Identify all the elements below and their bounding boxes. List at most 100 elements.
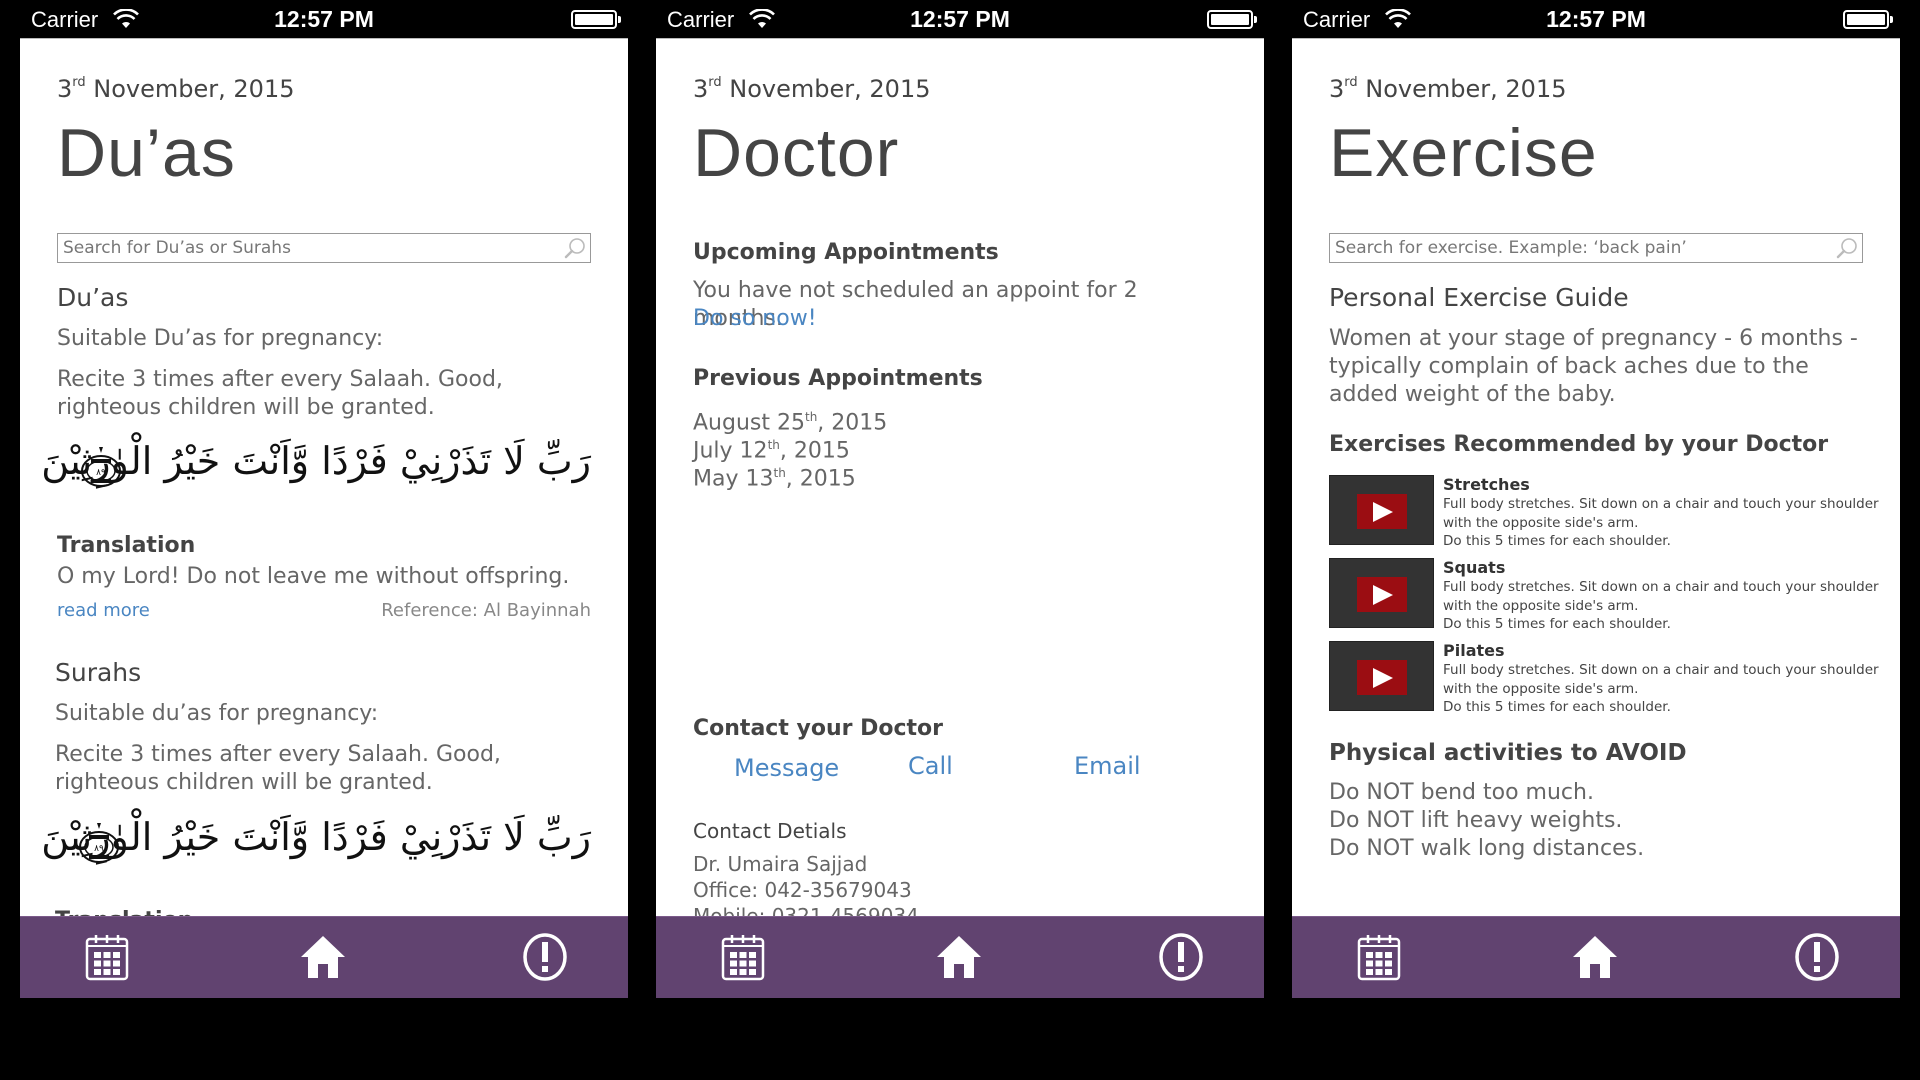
- current-date: 3rd November, 2015: [1329, 75, 1566, 103]
- play-icon: [1357, 494, 1407, 529]
- calendar-icon: [721, 935, 765, 981]
- doctor-screen: 3rd November, 2015 Doctor Upcoming Appoi…: [656, 38, 1264, 998]
- duas-screen: 3rd November, 2015 Du’as Du’as Suitable …: [20, 38, 628, 998]
- page-title: Exercise: [1329, 115, 1598, 191]
- exercise-name: Stretches: [1443, 475, 1530, 494]
- avoid-item: Do NOT walk long distances.: [1329, 836, 1645, 861]
- desc-line: Do this 5 times for each shoulder.: [1443, 699, 1671, 715]
- previous-heading: Previous Appointments: [693, 366, 983, 391]
- date-rest: November, 2015: [729, 75, 931, 103]
- calendar-icon: [85, 935, 129, 981]
- exercise-description: Full body stretches. Sit down on a chair…: [1443, 495, 1883, 551]
- appt-suffix: th: [773, 466, 786, 480]
- date-day: 3: [1329, 75, 1345, 103]
- verse-block: ٨٩ رَبِّ لَا تَذَرْنِيْ فَرْدًا وَّاَنْت…: [41, 439, 591, 499]
- exercise-item: Squats Full body stretches. Sit down on …: [1329, 558, 1879, 632]
- status-bar: Carrier 12:57 PM: [1292, 0, 1900, 38]
- avoid-heading: Physical activities to AVOID: [1329, 740, 1687, 766]
- tab-alerts[interactable]: [1792, 932, 1842, 982]
- home-icon: [1573, 936, 1617, 978]
- search-field[interactable]: [57, 233, 591, 263]
- calendar-icon: [1357, 935, 1401, 981]
- alert-icon: [523, 933, 567, 981]
- exercise-description: Full body stretches. Sit down on a chair…: [1443, 578, 1883, 634]
- avoid-item: Do NOT lift heavy weights.: [1329, 808, 1623, 833]
- previous-appointment: May 13th, 2015: [693, 459, 856, 493]
- tab-calendar[interactable]: [82, 932, 132, 982]
- translation-text: O my Lord! Do not leave me without offsp…: [57, 564, 570, 589]
- avoid-item: Do NOT bend too much.: [1329, 780, 1594, 805]
- page-title: Du’as: [57, 115, 236, 191]
- battery-icon: [1843, 10, 1893, 29]
- appt-suffix: th: [767, 438, 780, 452]
- email-button[interactable]: Email: [1074, 752, 1141, 780]
- surahs-heading: Surahs: [55, 658, 142, 687]
- exercise-item: Pilates Full body stretches. Sit down on…: [1329, 641, 1879, 715]
- clock: 12:57 PM: [910, 6, 1010, 32]
- appt-year: , 2015: [785, 466, 856, 492]
- duas-subtitle: Suitable Du’as for pregnancy:: [57, 326, 384, 351]
- desc-line: with the opposite side's arm.: [1443, 597, 1639, 614]
- date-day: 3: [693, 75, 709, 103]
- search-icon[interactable]: [1836, 237, 1858, 259]
- schedule-now-link[interactable]: Do so now!: [693, 305, 817, 333]
- date-suffix: rd: [72, 75, 86, 90]
- translation-heading: Translation: [57, 533, 196, 558]
- guide-heading: Personal Exercise Guide: [1329, 283, 1629, 312]
- tab-home[interactable]: [1570, 932, 1620, 982]
- status-bar: Carrier 12:57 PM: [20, 0, 628, 38]
- video-thumbnail[interactable]: [1329, 558, 1434, 628]
- alert-icon: [1795, 933, 1839, 981]
- tab-home[interactable]: [934, 932, 984, 982]
- video-thumbnail[interactable]: [1329, 641, 1434, 711]
- tab-bar: [20, 916, 628, 998]
- search-input[interactable]: [1330, 234, 1809, 262]
- home-icon: [937, 936, 981, 978]
- desc-line: Full body stretches. Sit down on a chair…: [1443, 579, 1879, 595]
- desc-line: with the opposite side's arm.: [1443, 514, 1639, 531]
- date-day: 3: [57, 75, 73, 103]
- alert-icon: [1159, 933, 1203, 981]
- duas-heading: Du’as: [57, 283, 129, 312]
- exercise-name: Squats: [1443, 558, 1506, 577]
- date-rest: November, 2015: [93, 75, 295, 103]
- arabic-verse: رَبِّ لَا تَذَرْنِيْ فَرْدًا وَّاَنْتَ خ…: [41, 439, 591, 483]
- battery-icon: [1207, 10, 1257, 29]
- office-phone: Office: 042-35679043: [693, 878, 912, 902]
- tab-alerts[interactable]: [520, 932, 570, 982]
- call-button[interactable]: Call: [908, 752, 953, 780]
- desc-line: Full body stretches. Sit down on a chair…: [1443, 662, 1879, 678]
- video-thumbnail[interactable]: [1329, 475, 1434, 545]
- desc-line: with the opposite side's arm.: [1443, 680, 1639, 697]
- date-suffix: rd: [708, 75, 722, 90]
- guide-text: Women at your stage of pregnancy - 6 mon…: [1329, 326, 1858, 407]
- tab-alerts[interactable]: [1156, 932, 1206, 982]
- current-date: 3rd November, 2015: [693, 75, 930, 103]
- clock: 12:57 PM: [274, 6, 374, 32]
- home-icon: [301, 936, 345, 978]
- date-rest: November, 2015: [1365, 75, 1567, 103]
- verse-block: ٨٩ رَبِّ لَا تَذَرْنِيْ فَرْدًا وَّاَنْت…: [41, 815, 591, 875]
- read-more-link[interactable]: read more: [57, 600, 150, 621]
- contact-heading: Contact your Doctor: [693, 716, 944, 741]
- surahs-subtitle: Suitable du’as for pregnancy:: [55, 701, 379, 726]
- battery-icon: [571, 10, 621, 29]
- tab-calendar[interactable]: [718, 932, 768, 982]
- contact-details-heading: Contact Detials: [693, 819, 847, 843]
- search-icon[interactable]: [564, 237, 586, 259]
- arabic-verse: رَبِّ لَا تَذَرْنِيْ فَرْدًا وَّاَنْتَ خ…: [41, 815, 591, 859]
- tab-home[interactable]: [298, 932, 348, 982]
- tab-calendar[interactable]: [1354, 932, 1404, 982]
- exercise-item: Stretches Full body stretches. Sit down …: [1329, 475, 1879, 549]
- exercise-name: Pilates: [1443, 641, 1505, 660]
- duas-instruction: Recite 3 times after every Salaah. Good,…: [57, 367, 503, 420]
- date-suffix: rd: [1344, 75, 1358, 90]
- desc-line: Do this 5 times for each shoulder.: [1443, 533, 1671, 549]
- doctor-name: Dr. Umaira Sajjad: [693, 852, 868, 876]
- search-field[interactable]: [1329, 233, 1863, 263]
- appt-suffix: th: [804, 410, 818, 424]
- search-input[interactable]: [58, 234, 537, 262]
- desc-line: Full body stretches. Sit down on a chair…: [1443, 496, 1879, 512]
- tab-bar: [1292, 916, 1900, 998]
- message-button[interactable]: Message: [734, 754, 839, 782]
